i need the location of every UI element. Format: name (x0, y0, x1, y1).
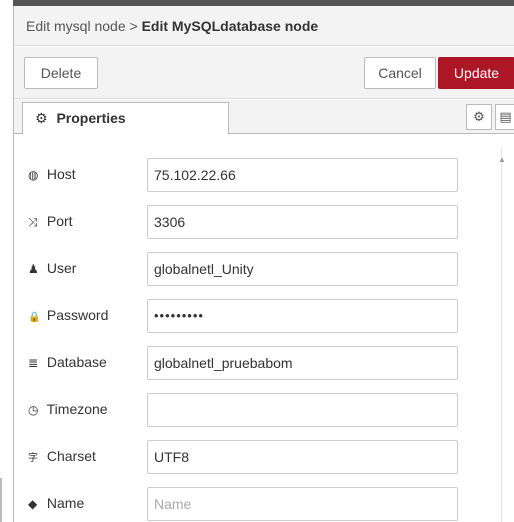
tag-icon: ◆ (28, 497, 38, 511)
scrollbar[interactable] (501, 147, 502, 522)
form-row-user: ♟ User globalnetl_Unity (14, 252, 494, 286)
database-label-text: Database (46, 354, 107, 370)
tray-header: Edit mysql node > Edit MySQLdatabase nod… (14, 6, 514, 46)
timezone-label: ◷ Timezone (28, 401, 108, 417)
delete-button[interactable]: Delete (24, 57, 98, 89)
lock-icon: 🔒 (28, 312, 41, 323)
charset-label: 字 Charset (28, 448, 96, 464)
timezone-label-text: Timezone (46, 401, 108, 417)
random-icon: ⤨ (28, 215, 38, 229)
gear-icon: ⚙ (35, 110, 48, 126)
password-label: 🔒 Password (28, 307, 108, 323)
gear-icon: ⚙ (473, 109, 485, 124)
timezone-input[interactable] (147, 393, 458, 427)
breadcrumb-separator: > (129, 18, 138, 34)
user-label-text: User (46, 260, 77, 276)
host-label-text: Host (46, 166, 76, 182)
breadcrumb: Edit mysql node > Edit MySQLdatabase nod… (26, 18, 318, 34)
charset-input[interactable]: UTF8 (147, 440, 458, 474)
form-row-port: ⤨ Port 3306 (14, 205, 494, 239)
host-label: ◍ Host (28, 166, 76, 182)
language-icon: 字 (28, 453, 38, 464)
scroll-up-icon[interactable]: ▲ (498, 155, 506, 164)
tab-description[interactable]: ▤ (495, 104, 514, 130)
name-label: ◆ Name (28, 495, 84, 511)
name-input[interactable]: Name (147, 487, 458, 521)
properties-panel: ▲ ◍ Host 75.102.22.66 ⤨ Port 3306 ♟ User… (14, 135, 514, 522)
port-label-text: Port (46, 213, 73, 229)
form-row-charset: 字 Charset UTF8 (14, 440, 494, 474)
breadcrumb-current: Edit MySQLdatabase node (141, 18, 319, 34)
description-icon: ▤ (499, 109, 512, 124)
database-label: ≣ Database (28, 354, 107, 370)
database-input[interactable]: globalnetl_pruebabom (147, 346, 458, 380)
edit-tray: Edit mysql node > Edit MySQLdatabase nod… (13, 6, 514, 522)
password-input[interactable]: ••••••••• (147, 299, 458, 333)
form-row-database: ≣ Database globalnetl_pruebabom (14, 346, 494, 380)
tab-settings[interactable]: ⚙ (466, 104, 492, 130)
form-row-password: 🔒 Password ••••••••• (14, 299, 494, 333)
charset-label-text: Charset (46, 448, 96, 464)
tabs-bar: ⚙ Properties ⚙ ▤ (14, 100, 514, 135)
clock-icon: ◷ (28, 403, 39, 417)
tab-properties-label: Properties (56, 110, 126, 126)
user-input[interactable]: globalnetl_Unity (147, 252, 458, 286)
breadcrumb-parent[interactable]: Edit mysql node (26, 18, 126, 34)
user-label: ♟ User (28, 260, 76, 276)
user-icon: ♟ (28, 262, 39, 276)
update-button[interactable]: Update (438, 57, 514, 89)
globe-icon: ◍ (28, 168, 39, 182)
form-row-name: ◆ Name Name (14, 487, 494, 521)
host-input[interactable]: 75.102.22.66 (147, 158, 458, 192)
cancel-button[interactable]: Cancel (364, 57, 436, 89)
password-label-text: Password (46, 307, 109, 323)
tab-properties[interactable]: ⚙ Properties (22, 102, 229, 135)
name-label-text: Name (46, 495, 85, 511)
port-input[interactable]: 3306 (147, 205, 458, 239)
resize-handle[interactable] (0, 478, 2, 522)
database-icon: ≣ (28, 356, 39, 370)
port-label: ⤨ Port (28, 213, 73, 230)
form-row-host: ◍ Host 75.102.22.66 (14, 158, 494, 192)
form-row-timezone: ◷ Timezone (14, 393, 494, 427)
tray-toolbar: Delete Cancel Update (14, 47, 514, 99)
